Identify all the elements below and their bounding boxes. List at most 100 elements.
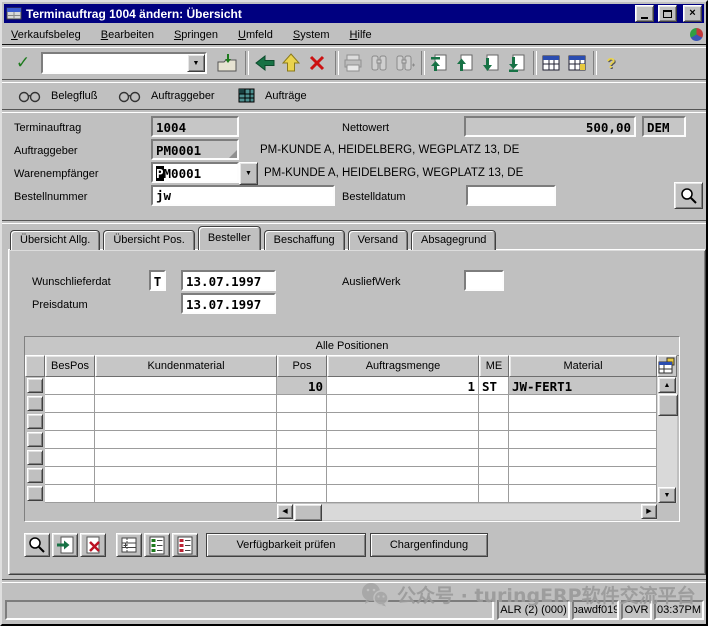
minimize-button[interactable]	[635, 5, 654, 22]
auftraggeber-button[interactable]: Auftraggeber	[114, 84, 219, 108]
wunschlieferdat-type-field[interactable]: T	[149, 270, 166, 291]
row-select-button[interactable]	[27, 414, 43, 429]
preisdatum-date-field[interactable]: 13.07.1997	[181, 293, 276, 314]
col-material[interactable]: Material	[509, 355, 657, 377]
cell-bespos[interactable]	[45, 413, 95, 431]
deselect-all-rows-button[interactable]	[172, 533, 198, 557]
command-input[interactable]	[43, 54, 187, 72]
tab-versand[interactable]: Versand	[347, 230, 408, 250]
horizontal-scrollbar[interactable]: ◀ ▶	[277, 504, 657, 521]
cell-bespos[interactable]	[45, 485, 95, 503]
back-button[interactable]	[253, 51, 277, 75]
table-view-button[interactable]	[539, 51, 563, 75]
col-bespos[interactable]: BesPos	[45, 355, 95, 377]
cell-material[interactable]	[509, 449, 657, 467]
cell-bespos[interactable]	[45, 431, 95, 449]
tab-besteller[interactable]: Besteller	[197, 226, 261, 250]
cell-me[interactable]	[479, 395, 509, 413]
cell-material[interactable]	[509, 413, 657, 431]
cell-bespos[interactable]	[45, 449, 95, 467]
detail-button[interactable]	[24, 533, 50, 557]
cell-kundenmaterial[interactable]	[95, 431, 277, 449]
last-page-button[interactable]	[505, 51, 529, 75]
col-pos[interactable]: Pos	[277, 355, 327, 377]
cell-kundenmaterial[interactable]	[95, 449, 277, 467]
tab-uebersicht-allg[interactable]: Übersicht Allg.	[10, 230, 101, 250]
cell-pos[interactable]	[277, 485, 327, 503]
cell-kundenmaterial[interactable]	[95, 485, 277, 503]
col-kundenmaterial[interactable]: Kundenmaterial	[95, 355, 277, 377]
cell-pos[interactable]: 10	[277, 377, 327, 395]
tab-uebersicht-pos[interactable]: Übersicht Pos.	[103, 230, 195, 250]
cell-bespos[interactable]	[45, 395, 95, 413]
table-config-button[interactable]	[657, 355, 677, 377]
menu-bearbeiten[interactable]: Bearbeiten	[101, 29, 154, 41]
select-all-header[interactable]	[25, 355, 45, 377]
cell-kundenmaterial[interactable]	[95, 413, 277, 431]
cell-pos[interactable]	[277, 431, 327, 449]
cell-kundenmaterial[interactable]	[95, 377, 277, 395]
menu-system[interactable]: System	[293, 29, 330, 41]
ausliefwerk-input[interactable]	[464, 270, 504, 291]
cell-pos[interactable]	[277, 413, 327, 431]
col-me[interactable]: ME	[479, 355, 509, 377]
menu-springen[interactable]: Springen	[174, 29, 218, 41]
vertical-scroll-thumb[interactable]	[658, 394, 678, 416]
scroll-right-button[interactable]: ▶	[641, 504, 657, 519]
warenempfaenger-field[interactable]: PM0001	[151, 162, 239, 183]
enter-button[interactable]: ✓	[11, 51, 35, 75]
cell-me[interactable]	[479, 431, 509, 449]
previous-page-button[interactable]	[453, 51, 477, 75]
cell-me[interactable]	[479, 485, 509, 503]
next-page-button[interactable]	[479, 51, 503, 75]
cell-auftragsmenge[interactable]	[327, 413, 479, 431]
tab-beschaffung[interactable]: Beschaffung	[263, 230, 345, 250]
cell-material[interactable]	[509, 431, 657, 449]
cell-pos[interactable]	[277, 395, 327, 413]
cell-auftragsmenge[interactable]	[327, 395, 479, 413]
select-all-rows-button[interactable]	[144, 533, 170, 557]
cell-kundenmaterial[interactable]	[95, 467, 277, 485]
scroll-left-button[interactable]: ◀	[277, 504, 293, 519]
help-button[interactable]: ?	[599, 51, 623, 75]
cancel-button[interactable]	[305, 51, 329, 75]
cell-material[interactable]: JW-FERT1	[509, 377, 657, 395]
horizontal-scroll-thumb[interactable]	[294, 504, 322, 521]
row-select-button[interactable]	[27, 432, 43, 447]
col-auftragsmenge[interactable]: Auftragsmenge	[327, 355, 479, 377]
cell-pos[interactable]	[277, 449, 327, 467]
position-select-button[interactable]	[116, 533, 142, 557]
close-button[interactable]: ×	[683, 5, 702, 22]
bestelldatum-input[interactable]	[466, 185, 556, 206]
cell-auftragsmenge[interactable]	[327, 431, 479, 449]
cell-me[interactable]	[479, 467, 509, 485]
scroll-down-button[interactable]: ▼	[658, 487, 676, 503]
row-select-button[interactable]	[27, 450, 43, 465]
auftraggeber-field[interactable]: PM0001	[151, 139, 239, 160]
menu-umfeld[interactable]: Umfeld	[238, 29, 273, 41]
chargenfindung-button[interactable]: Chargenfindung	[370, 533, 488, 557]
row-select-button[interactable]	[27, 378, 43, 393]
wunschlieferdat-date-field[interactable]: 13.07.1997	[181, 270, 276, 291]
delete-row-button[interactable]	[80, 533, 106, 557]
warenempfaenger-dropdown-button[interactable]: ▼	[239, 162, 258, 185]
search-button[interactable]	[674, 182, 703, 209]
row-select-button[interactable]	[27, 468, 43, 483]
row-select-button[interactable]	[27, 486, 43, 501]
scroll-up-button[interactable]: ▲	[658, 377, 676, 393]
cell-me[interactable]	[479, 413, 509, 431]
cell-pos[interactable]	[277, 467, 327, 485]
cell-bespos[interactable]	[45, 377, 95, 395]
tab-absagegrund[interactable]: Absagegrund	[410, 230, 497, 250]
vertical-scrollbar[interactable]: ▲ ▼	[657, 377, 678, 503]
first-page-button[interactable]	[427, 51, 451, 75]
menu-verkaufsbeleg[interactable]: Verkaufsbeleg	[11, 29, 81, 41]
menu-hilfe[interactable]: Hilfe	[350, 29, 372, 41]
maximize-button[interactable]	[658, 5, 677, 22]
cell-material[interactable]	[509, 485, 657, 503]
title-bar[interactable]: Terminauftrag 1004 ändern: Übersicht ×	[4, 4, 704, 23]
terminauftrag-field[interactable]: 1004	[151, 116, 239, 137]
save-button[interactable]	[215, 51, 239, 75]
cell-auftragsmenge[interactable]	[327, 449, 479, 467]
insert-row-button[interactable]	[52, 533, 78, 557]
